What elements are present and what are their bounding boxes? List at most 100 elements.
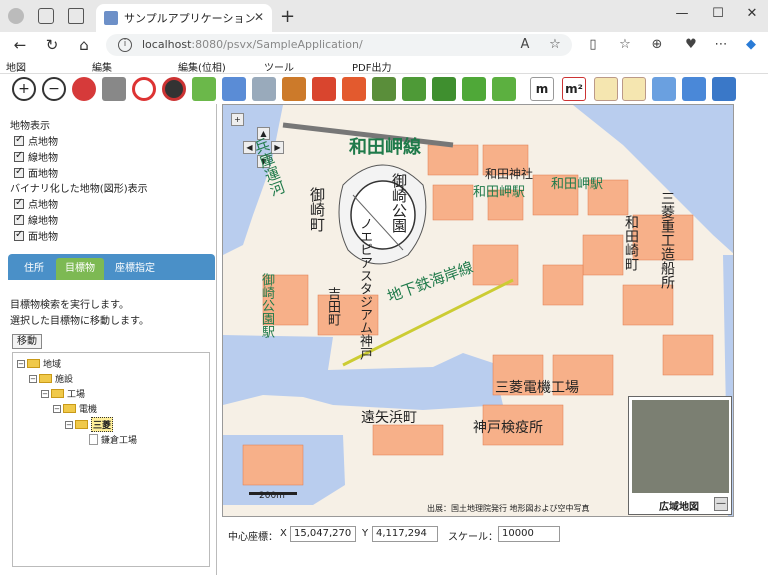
- home-icon[interactable]: ⌂: [74, 35, 94, 55]
- map-label: 和田岬駅: [551, 177, 604, 192]
- center-coordinate-label: 中心座標：: [228, 532, 278, 543]
- tab-actions-icon[interactable]: [68, 8, 84, 24]
- new-map-icon[interactable]: [72, 77, 96, 101]
- measure-area-icon[interactable]: m²: [562, 77, 586, 101]
- split-screen-icon[interactable]: ▯: [584, 37, 602, 52]
- search-tabs: 住所 目標物 座標指定: [8, 254, 215, 280]
- tree-node[interactable]: − 三菱: [65, 417, 114, 432]
- merge-polygon-icon[interactable]: [462, 77, 486, 101]
- binary-line-checkbox-row[interactable]: 線地物: [14, 212, 58, 227]
- map-label: 和田崎町: [623, 215, 639, 271]
- tree-node[interactable]: − 工場: [41, 387, 85, 400]
- checkbox-label: 線地物: [28, 153, 58, 164]
- tab-close-icon[interactable]: ✕: [254, 10, 264, 24]
- checkbox-label: 面地物: [28, 232, 58, 243]
- favorites-icon[interactable]: ☆: [616, 37, 634, 52]
- browser-essentials-icon[interactable]: ♥: [682, 37, 700, 52]
- folder-icon: [51, 389, 64, 398]
- minimize-button[interactable]: —: [674, 6, 690, 21]
- search-layer-icon[interactable]: [712, 77, 736, 101]
- left-panel: 地物表示 点地物 線地物 面地物 バイナリ化した地物(図形)表示 点地物 線地物…: [0, 104, 217, 575]
- site-info-icon[interactable]: i: [118, 38, 132, 52]
- binary-point-checkbox-row[interactable]: 点地物: [14, 196, 58, 211]
- checkbox[interactable]: [14, 166, 24, 178]
- union-polygon-icon[interactable]: [492, 77, 516, 101]
- zoom-out-icon[interactable]: −: [42, 77, 66, 101]
- draw-line-icon[interactable]: [372, 77, 396, 101]
- record-icon[interactable]: [162, 77, 186, 101]
- checkbox[interactable]: [14, 150, 24, 162]
- collections-toolbar-icon[interactable]: ⊕: [648, 37, 666, 52]
- measure-length-icon[interactable]: m: [530, 77, 554, 101]
- tree-node[interactable]: − 地域: [17, 357, 61, 370]
- maximize-button[interactable]: ☐: [710, 6, 726, 21]
- rotate-feature-icon[interactable]: [342, 77, 366, 101]
- browser-tab[interactable]: サンプルアプリケーション ✕: [96, 4, 272, 32]
- zoom-in-icon[interactable]: +: [12, 77, 36, 101]
- favorite-star-icon[interactable]: ☆: [546, 37, 564, 52]
- display-section-title: 地物表示: [10, 121, 50, 132]
- tree-node[interactable]: − 施設: [29, 372, 73, 385]
- tab-coordinate[interactable]: 座標指定: [106, 258, 164, 280]
- report-icon[interactable]: [622, 77, 646, 101]
- url-field[interactable]: i localhost:8080/psvx/SampleApplication/: [106, 34, 572, 56]
- landmark-tree: − 地域 − 施設 − 工場 − 電機 − 三菱 鎌倉工場: [12, 352, 210, 567]
- checkbox[interactable]: [14, 229, 24, 241]
- landmark-desc-1: 目標物検索を実行します。: [10, 300, 129, 311]
- binary-area-checkbox-row[interactable]: 面地物: [14, 228, 58, 243]
- checkbox-label: 線地物: [28, 216, 58, 227]
- x-coordinate-field[interactable]: 15,047,270: [290, 526, 356, 542]
- display-line-checkbox-row[interactable]: 線地物: [14, 149, 58, 164]
- scale-field[interactable]: 10000: [498, 526, 560, 542]
- profile-icon[interactable]: [8, 8, 24, 24]
- attribute-list-icon[interactable]: [594, 77, 618, 101]
- back-icon[interactable]: ←: [10, 35, 30, 55]
- collections-icon[interactable]: [38, 8, 54, 24]
- checkbox[interactable]: [14, 134, 24, 146]
- tab-landmark[interactable]: 目標物: [56, 258, 104, 280]
- menu-pdf-output[interactable]: PDF出力: [352, 59, 391, 74]
- map-toolbar: + − m m²: [0, 74, 768, 104]
- tree-node[interactable]: 鎌倉工場: [89, 433, 137, 446]
- tree-label: 地域: [43, 360, 62, 370]
- copilot-icon[interactable]: ◆: [742, 37, 760, 52]
- checkbox[interactable]: [14, 213, 24, 225]
- move-feature-icon[interactable]: [312, 77, 336, 101]
- overview-minimize-button[interactable]: —: [714, 497, 728, 511]
- add-feature-icon[interactable]: [192, 77, 216, 101]
- display-area-checkbox-row[interactable]: 面地物: [14, 165, 58, 180]
- zoom-plus-icon[interactable]: +: [231, 113, 244, 126]
- search-map-icon[interactable]: [652, 77, 676, 101]
- tree-label: 工場: [67, 390, 86, 400]
- display-point-checkbox-row[interactable]: 点地物: [14, 133, 58, 148]
- tab-address[interactable]: 住所: [14, 258, 54, 280]
- y-coordinate-field[interactable]: 4,117,294: [372, 526, 438, 542]
- tree-label: 鎌倉工場: [101, 436, 138, 446]
- move-button[interactable]: 移動: [12, 334, 42, 349]
- close-window-button[interactable]: ✕: [744, 6, 760, 21]
- y-label: Y: [362, 528, 369, 539]
- document-icon: [89, 434, 98, 445]
- tree-label: 電機: [79, 405, 98, 415]
- tree-node[interactable]: − 電機: [53, 402, 97, 415]
- menu-edit[interactable]: 編集: [92, 59, 112, 74]
- select-feature-icon[interactable]: [252, 77, 276, 101]
- read-aloud-icon[interactable]: A: [516, 37, 534, 52]
- search-area-icon[interactable]: [682, 77, 706, 101]
- print-icon[interactable]: [102, 77, 126, 101]
- folder-icon: [75, 420, 88, 429]
- split-polygon-icon[interactable]: [432, 77, 456, 101]
- checkbox-label: 面地物: [28, 169, 58, 180]
- rotate-icon[interactable]: [132, 77, 156, 101]
- refresh-icon[interactable]: ↻: [42, 35, 62, 55]
- edit-feature-icon[interactable]: [222, 77, 246, 101]
- menu-map[interactable]: 地図: [6, 59, 26, 74]
- new-tab-button[interactable]: +: [280, 6, 295, 27]
- delete-feature-icon[interactable]: [282, 77, 306, 101]
- draw-polygon-icon[interactable]: [402, 77, 426, 101]
- overview-map[interactable]: 広域地図 —: [628, 396, 732, 515]
- checkbox[interactable]: [14, 197, 24, 209]
- menu-tools[interactable]: ツール: [264, 59, 294, 74]
- more-menu-icon[interactable]: ⋯: [712, 37, 730, 52]
- menu-edit-topology[interactable]: 編集(位相): [178, 59, 226, 74]
